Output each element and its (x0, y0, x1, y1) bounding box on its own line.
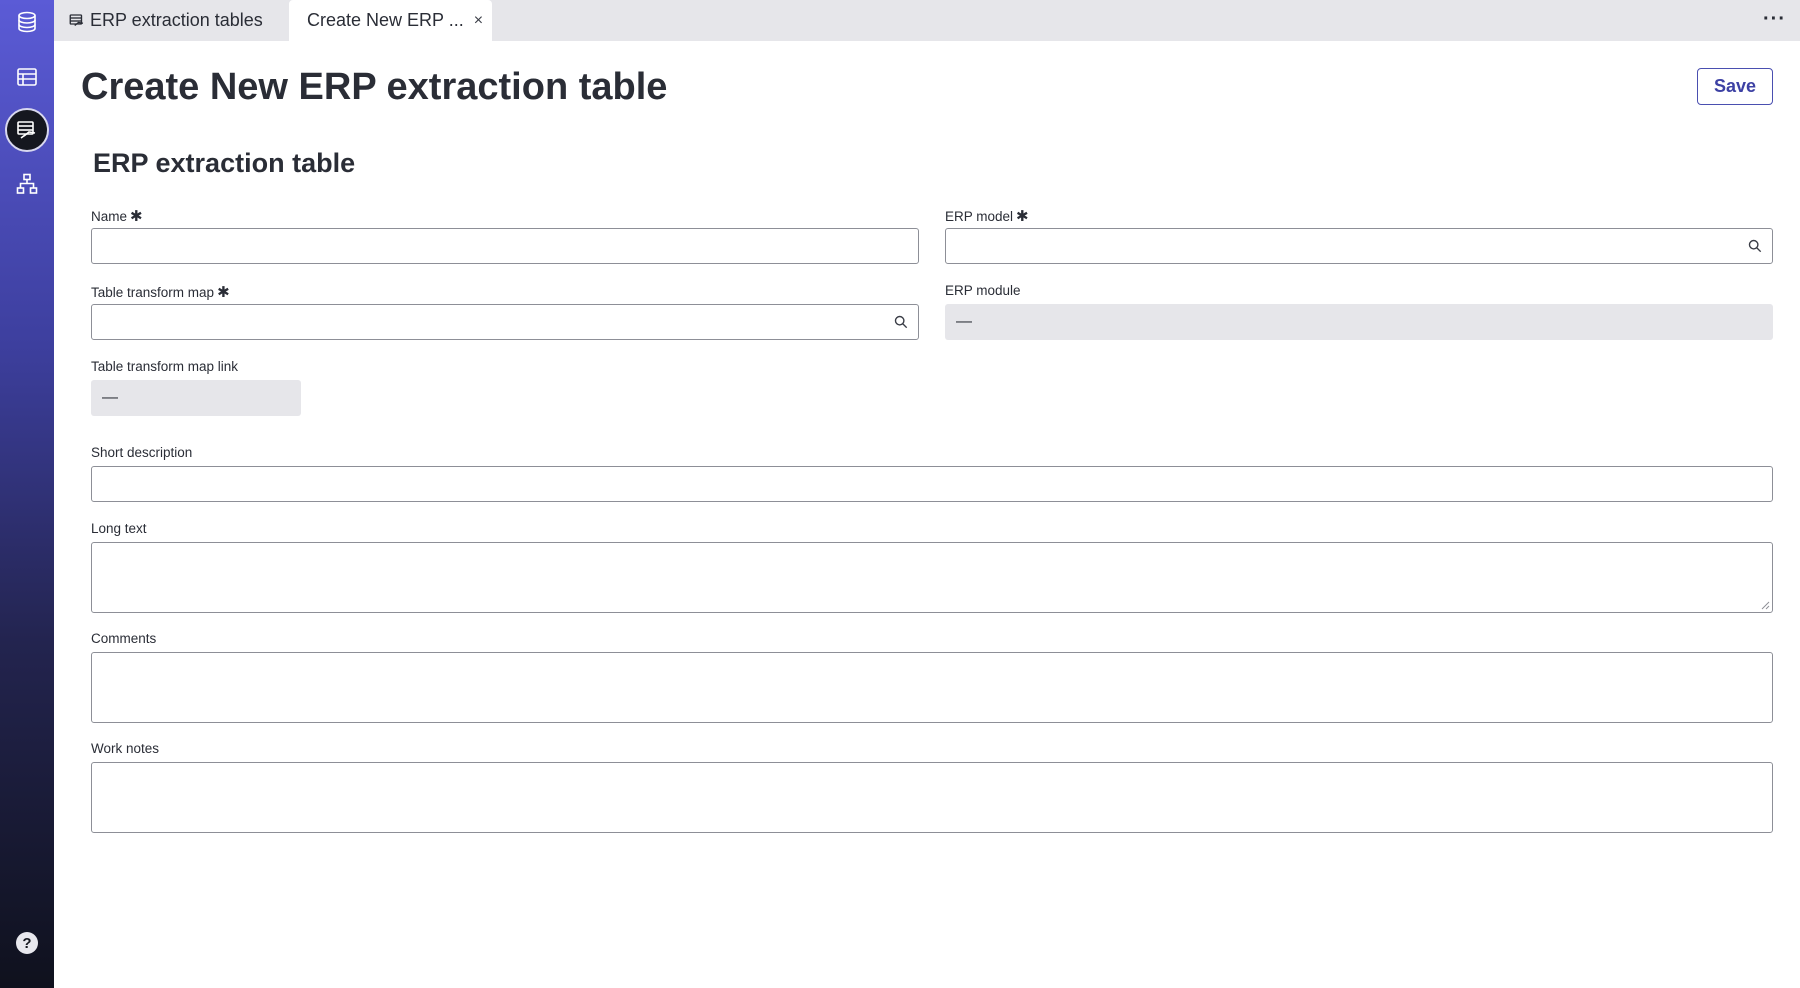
erp-model-label: ERP model ✱ (945, 207, 1029, 225)
tab-label: Create New ERP ... (307, 10, 464, 30)
tab-create-new-erp[interactable]: Create New ERP ... × (289, 0, 492, 41)
search-icon[interactable] (894, 315, 908, 329)
long-text-field[interactable] (91, 542, 1773, 613)
table-transform-map-link-label: Table transform map link (91, 359, 239, 374)
name-label-text: Name (91, 209, 128, 224)
erp-table-icon (68, 12, 86, 30)
erp-model-input[interactable] (946, 229, 1772, 263)
short-description-input[interactable] (92, 467, 1772, 501)
erp-table-icon[interactable] (5, 108, 49, 152)
long-text-label: Long text (91, 521, 147, 536)
tab-erp-extraction-tables[interactable]: ERP extraction tables (62, 0, 292, 41)
erp-model-label-text: ERP model (945, 209, 1014, 224)
erp-model-field[interactable] (945, 228, 1773, 264)
short-description-label: Short description (91, 445, 193, 460)
close-icon[interactable]: × (474, 12, 483, 30)
app-sidebar: ? (0, 0, 54, 988)
comments-field[interactable] (91, 652, 1773, 723)
database-icon[interactable] (7, 2, 47, 42)
svg-text:?: ? (22, 935, 31, 952)
table-transform-map-link-value: — (91, 380, 301, 416)
table-transform-map-label: Table transform map ✱ (91, 283, 230, 301)
erp-module-label: ERP module (945, 283, 1021, 298)
required-icon: ✱ (130, 208, 143, 225)
help-icon[interactable]: ? (7, 923, 47, 963)
short-description-field[interactable] (91, 466, 1773, 502)
page-title: Create New ERP extraction table (81, 66, 668, 108)
required-icon: ✱ (217, 284, 230, 301)
main-content: ERP extraction tables Create New ERP ...… (54, 0, 1800, 988)
table-transform-map-label-text: Table transform map (91, 285, 215, 300)
required-icon: ✱ (1016, 208, 1029, 225)
save-button[interactable]: Save (1697, 68, 1773, 105)
work-notes-textarea[interactable] (92, 763, 1772, 832)
work-notes-label: Work notes (91, 741, 160, 756)
tab-bar: ERP extraction tables Create New ERP ...… (54, 0, 1800, 41)
name-input[interactable] (92, 229, 918, 263)
name-label: Name ✱ (91, 207, 143, 225)
name-field[interactable] (91, 228, 919, 264)
comments-label: Comments (91, 631, 157, 646)
tab-label: ERP extraction tables (90, 10, 263, 30)
work-notes-field[interactable] (91, 762, 1773, 833)
section-title: ERP extraction table (93, 148, 356, 178)
org-chart-icon[interactable] (7, 164, 47, 204)
long-text-textarea[interactable] (92, 543, 1772, 612)
table-transform-map-field[interactable] (91, 304, 919, 340)
comments-textarea[interactable] (92, 653, 1772, 722)
search-icon[interactable] (1748, 239, 1762, 253)
erp-module-value: — (945, 304, 1773, 340)
table-transform-map-input[interactable] (92, 305, 918, 339)
resize-handle-icon[interactable] (1761, 601, 1770, 610)
more-options-icon[interactable]: ··· (1763, 8, 1786, 31)
table-list-icon[interactable] (7, 57, 47, 97)
